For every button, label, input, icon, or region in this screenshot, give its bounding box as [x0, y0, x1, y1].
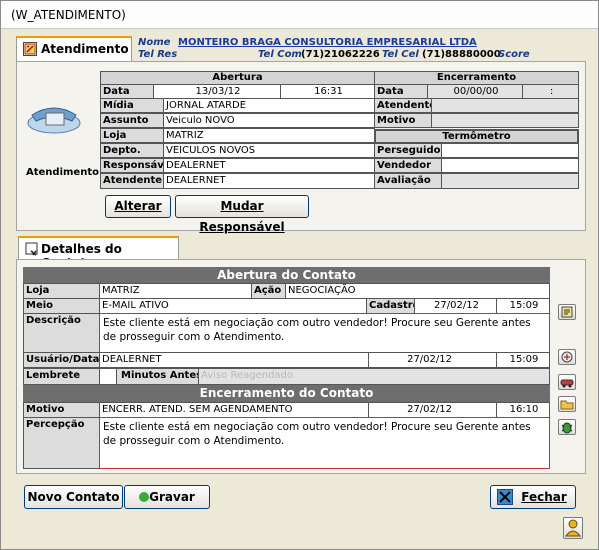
save-icon [139, 492, 150, 502]
abertura-data-value[interactable]: 13/03/12 [153, 84, 281, 99]
usuario-time: 15:09 [496, 352, 550, 368]
contato-loja-label: Loja [23, 283, 100, 299]
folder-button[interactable] [558, 396, 576, 412]
tab-atendimento-label: Atendimento [41, 42, 129, 56]
bug-button[interactable] [558, 419, 576, 435]
abertura-header: Abertura [100, 71, 375, 85]
acao-value[interactable]: NEGOCIAÇÃO [285, 283, 550, 299]
alterar-button[interactable]: Alterar [105, 195, 171, 218]
encerramento-atendente-label: Atendente [374, 98, 436, 113]
vendedor-value[interactable] [441, 158, 579, 173]
telcom-value: (71)21062226 [301, 49, 380, 60]
encerramento-header: Encerramento [374, 71, 579, 85]
mudar-responsavel-label: Mudar Responsável [199, 199, 285, 234]
depto-label: Depto. [100, 143, 164, 158]
encerramento-atendente-value[interactable] [431, 98, 579, 113]
close-icon [497, 489, 513, 505]
contact-tab-icon [25, 242, 39, 256]
loja-label: Loja [100, 128, 164, 143]
depto-value[interactable]: VEICULOS NOVOS [163, 143, 375, 158]
aviso-text: Aviso Reagendado [198, 368, 550, 385]
nome-label: Nome [138, 37, 171, 48]
telcom-label: Tel Com [258, 49, 302, 60]
cadastro-label: Cadastro [366, 298, 420, 314]
car-button[interactable] [558, 374, 576, 390]
user-icon [565, 519, 581, 537]
descricao-text[interactable]: Este cliente está em negociação com outr… [99, 313, 550, 353]
mudar-responsavel-button[interactable]: Mudar Responsável [175, 195, 309, 234]
novo-contato-label: Novo Contato [27, 490, 120, 504]
vendedor-label: Vendedor [374, 158, 442, 173]
lembrete-checkbox[interactable] [99, 368, 117, 385]
encerramento-data-label: Data [374, 84, 428, 99]
assunto-value[interactable]: Veiculo NOVO [163, 113, 375, 128]
cadastro-time[interactable]: 15:09 [496, 298, 550, 314]
responsavel-value[interactable]: DEALERNET [163, 158, 375, 173]
contato-loja-value[interactable]: MATRIZ [99, 283, 252, 299]
minutos-label: Minutos Antes [116, 368, 202, 385]
midia-label: Mídia [100, 98, 164, 113]
main-window: (W_ATENDIMENTO) Atendimento Nome MONTEIR… [0, 0, 599, 550]
lembrete-label: Lembrete [23, 368, 100, 385]
telcel-value: (71)88880000 [422, 49, 501, 60]
encerramento-data-value[interactable]: 00/00/00 [427, 84, 523, 99]
fechar-button[interactable]: Fechar [490, 485, 576, 509]
motivo-value[interactable]: ENCERR. ATEND. SEM AGENDAMENTO [99, 402, 369, 418]
cadastro-date[interactable]: 27/02/12 [414, 298, 497, 314]
usuario-date: 27/02/12 [368, 352, 497, 368]
motivo-time[interactable]: 16:10 [496, 402, 550, 418]
gravar-button[interactable]: Gravar [124, 485, 210, 509]
motivo-label: Motivo [23, 402, 100, 418]
gravar-label: Gravar [149, 490, 195, 504]
motivo-date[interactable]: 27/02/12 [368, 402, 497, 418]
responsavel-label: Responsável [100, 158, 174, 173]
usuario-value: DEALERNET [99, 352, 369, 368]
encerramento-contato-header: Encerramento do Contato [23, 385, 550, 402]
atendimento-tab-icon [23, 42, 37, 56]
phone-icon [26, 101, 84, 135]
fechar-label: Fechar [521, 490, 567, 504]
assunto-label: Assunto [100, 113, 164, 128]
atendente-label: Atendente [100, 173, 164, 189]
avaliacao-value[interactable] [441, 173, 579, 189]
score-label: Score [498, 49, 530, 60]
usuario-label: Usuário/Data [23, 352, 100, 368]
telcel-label: Tel Cel [382, 49, 419, 60]
notes-button[interactable] [558, 304, 576, 320]
alterar-label: Alterar [114, 199, 162, 213]
avaliacao-label: Avaliação [374, 173, 442, 189]
nome-link[interactable]: MONTEIRO BRAGA CONSULTORIA EMPRESARIAL L… [178, 37, 477, 48]
window-title: (W_ATENDIMENTO) [11, 8, 126, 22]
contacts-button[interactable] [558, 349, 576, 365]
tab-detalhes[interactable]: Detalhes do Contato [18, 236, 179, 270]
encerramento-hora-value[interactable]: : [522, 84, 579, 99]
atendente-value[interactable]: DEALERNET [163, 173, 375, 189]
encerramento-motivo-value[interactable] [431, 113, 579, 128]
termometro-header: Termômetro [374, 129, 579, 144]
novo-contato-button[interactable]: Novo Contato [24, 485, 123, 509]
abertura-data-label: Data [100, 84, 154, 99]
perseguidor-value[interactable] [441, 143, 579, 158]
loja-value[interactable]: MATRIZ [163, 128, 375, 143]
title-bar: (W_ATENDIMENTO) [1, 1, 598, 29]
telres-label: Tel Res [138, 49, 178, 60]
meio-value[interactable]: E-MAIL ATIVO [99, 298, 367, 314]
perseguidor-label: Perseguidor [374, 143, 445, 158]
encerramento-motivo-label: Motivo [374, 113, 432, 128]
percepcao-text[interactable]: Este cliente está em negociação com outr… [99, 417, 550, 469]
percepcao-label: Percepção [23, 417, 100, 469]
user-button[interactable] [563, 517, 583, 539]
abertura-hora-value[interactable]: 16:31 [280, 84, 375, 99]
descricao-label: Descrição [23, 313, 100, 353]
atendimento-caption: Atendimento [26, 167, 99, 178]
meio-label: Meio [23, 298, 100, 314]
tab-atendimento[interactable]: Atendimento [16, 36, 132, 62]
midia-value[interactable]: JORNAL ATARDE [163, 98, 375, 113]
acao-label: Ação [251, 283, 286, 299]
abertura-contato-header: Abertura do Contato [23, 267, 550, 283]
